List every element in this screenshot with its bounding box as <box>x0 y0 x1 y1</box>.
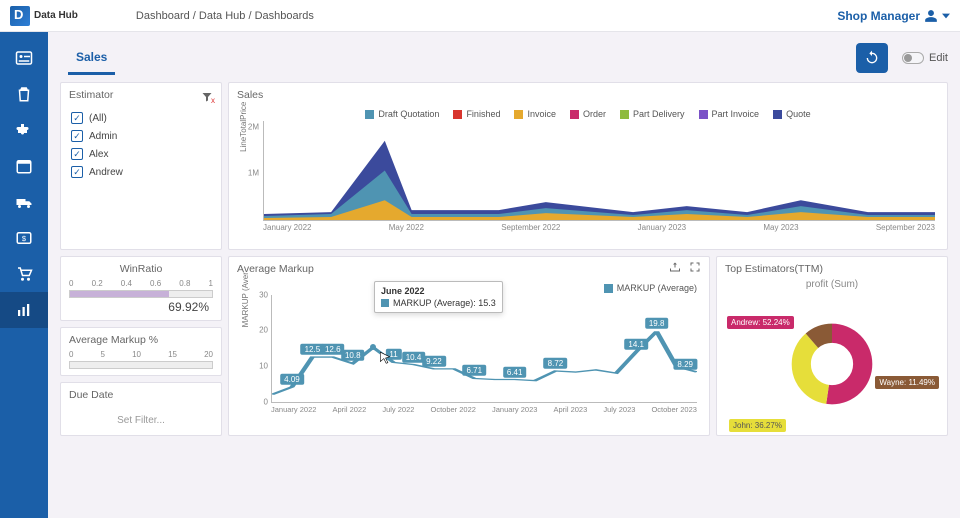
x-axis: January 2022 May 2022 September 2022 Jan… <box>263 223 935 232</box>
winratio-card: WinRatio 0 0.2 0.4 0.6 0.8 1 69.92% <box>60 256 222 321</box>
x-axis: January 2022 April 2022 July 2022 Octobe… <box>271 405 697 414</box>
set-filter-link[interactable]: Set Filter... <box>69 415 213 426</box>
legend-item[interactable]: Part Delivery <box>620 109 685 119</box>
data-label: 14.1 <box>624 339 648 350</box>
sidenav-card-icon[interactable] <box>0 40 48 76</box>
legend-item[interactable]: MARKUP (Average) <box>604 283 697 293</box>
filter-option-all[interactable]: ✓(All) <box>69 111 213 125</box>
tooltip-swatch-icon <box>381 299 389 307</box>
legend-item[interactable]: Finished <box>453 109 500 119</box>
slice-label-wayne: Wayne: 11.49% <box>875 376 939 389</box>
filter-option-andrew[interactable]: ✓Andrew <box>69 165 213 179</box>
cursor-icon <box>378 351 392 365</box>
legend-item[interactable]: Order <box>570 109 606 119</box>
breadcrumb-item[interactable]: Data Hub <box>199 10 245 22</box>
avg-markup-bar[interactable] <box>69 361 213 369</box>
dashboard-topbar: Sales Edit <box>60 40 948 76</box>
sidenav-dollar-icon[interactable]: $ <box>0 220 48 256</box>
winratio-value: 69.92% <box>69 300 213 314</box>
caret-down-icon <box>942 13 950 19</box>
tab-sales[interactable]: Sales <box>68 42 115 75</box>
y-axis-label: LineTotalPrice <box>239 101 248 151</box>
logo-icon <box>10 6 30 26</box>
estimator-filter-card: Estimator ✓(All) ✓Admin ✓Alex ✓Andrew <box>60 82 222 250</box>
breadcrumb-item[interactable]: Dashboards <box>255 10 314 22</box>
axis-scale: 0 5 10 15 20 <box>69 350 213 359</box>
legend-item[interactable]: Quote <box>773 109 811 119</box>
refresh-button[interactable] <box>856 43 888 73</box>
sidenav-calendar-icon[interactable] <box>0 148 48 184</box>
data-label: 9.22 <box>422 356 446 367</box>
due-date-filter-card: Due Date Set Filter... <box>60 382 222 436</box>
edit-toggle[interactable] <box>902 52 924 64</box>
checkbox-icon: ✓ <box>71 148 83 160</box>
expand-icon[interactable] <box>689 261 701 273</box>
markup-line-chart[interactable]: 30 20 10 0 4.09 12.5 12.6 10.8 11 10.4 <box>271 295 697 403</box>
sidenav-puzzle-icon[interactable] <box>0 112 48 148</box>
y-axis-label: MARKUP (Aver <box>241 272 250 327</box>
data-label: 10.8 <box>341 350 365 361</box>
card-title: Estimator <box>69 89 113 101</box>
winratio-fill <box>70 291 169 297</box>
app-header: Data Hub Dashboard / Data Hub / Dashboar… <box>0 0 960 32</box>
sidenav-truck-icon[interactable] <box>0 184 48 220</box>
data-label: 19.8 <box>645 318 669 329</box>
data-label: 6.41 <box>503 366 527 377</box>
chart-subtitle: profit (Sum) <box>725 279 939 290</box>
donut-chart[interactable]: Andrew: 52.24% John: 36.27% Wayne: 11.49… <box>725 294 939 434</box>
sales-legend: Draft Quotation Finished Invoice Order P… <box>237 109 939 119</box>
checkbox-icon: ✓ <box>71 166 83 178</box>
svg-text:$: $ <box>22 234 27 243</box>
sidenav-trash-icon[interactable] <box>0 76 48 112</box>
data-label: 8.29 <box>673 359 697 370</box>
card-title: Sales <box>237 89 939 101</box>
slice-label-john: John: 36.27% <box>729 419 786 432</box>
sidenav-chart-icon[interactable] <box>0 292 48 328</box>
edit-label: Edit <box>929 52 948 64</box>
card-title: Top Estimators(TTM) <box>725 263 939 275</box>
side-nav: $ <box>0 32 48 518</box>
data-label: 4.09 <box>280 374 304 385</box>
breadcrumb-item[interactable]: Dashboard <box>136 10 190 22</box>
sidenav-cart-icon[interactable] <box>0 256 48 292</box>
breadcrumb[interactable]: Dashboard / Data Hub / Dashboards <box>136 10 314 22</box>
card-title: Average Markup % <box>69 334 213 346</box>
avg-markup-chart-card: Average Markup MARKUP (Average) MARKUP (… <box>228 256 710 436</box>
legend-item[interactable]: Invoice <box>514 109 556 119</box>
sales-area-chart[interactable] <box>263 121 935 221</box>
top-estimators-card: Top Estimators(TTM) profit (Sum) Andrew:… <box>716 256 948 436</box>
card-title: Due Date <box>69 389 213 401</box>
sales-chart-card: Sales Draft Quotation Finished Invoice O… <box>228 82 948 250</box>
clear-filter-icon[interactable] <box>201 91 213 103</box>
edit-toggle-group[interactable]: Edit <box>902 52 948 64</box>
card-title: Average Markup <box>237 263 701 275</box>
axis-scale: 0 0.2 0.4 0.6 0.8 1 <box>69 279 213 288</box>
legend-item[interactable]: Draft Quotation <box>365 109 439 119</box>
checkbox-icon: ✓ <box>71 112 83 124</box>
checkbox-icon: ✓ <box>71 130 83 142</box>
avg-markup-pct-card: Average Markup % 0 5 10 15 20 <box>60 327 222 376</box>
winratio-bar[interactable] <box>69 290 213 298</box>
card-title: WinRatio <box>69 263 213 275</box>
data-point[interactable] <box>370 344 376 350</box>
chart-tooltip: June 2022 MARKUP (Average): 15.3 <box>374 281 503 313</box>
y-tick: 1M <box>248 169 263 178</box>
slice-label-andrew: Andrew: 52.24% <box>727 316 794 329</box>
export-icon[interactable] <box>669 261 681 273</box>
user-icon <box>924 9 938 23</box>
filter-option-admin[interactable]: ✓Admin <box>69 129 213 143</box>
legend-item[interactable]: Part Invoice <box>699 109 760 119</box>
data-label: 8.72 <box>544 358 568 369</box>
logo: Data Hub <box>10 6 78 26</box>
user-menu[interactable]: Shop Manager <box>837 9 950 23</box>
y-tick: 2M <box>248 123 263 132</box>
refresh-icon <box>864 50 880 66</box>
user-role: Shop Manager <box>837 9 920 23</box>
tooltip-title: June 2022 <box>381 286 496 296</box>
logo-text: Data Hub <box>34 10 78 21</box>
data-label: 6.71 <box>463 365 487 376</box>
filter-option-alex[interactable]: ✓Alex <box>69 147 213 161</box>
tooltip-metric: MARKUP (Average): 15.3 <box>393 298 496 308</box>
